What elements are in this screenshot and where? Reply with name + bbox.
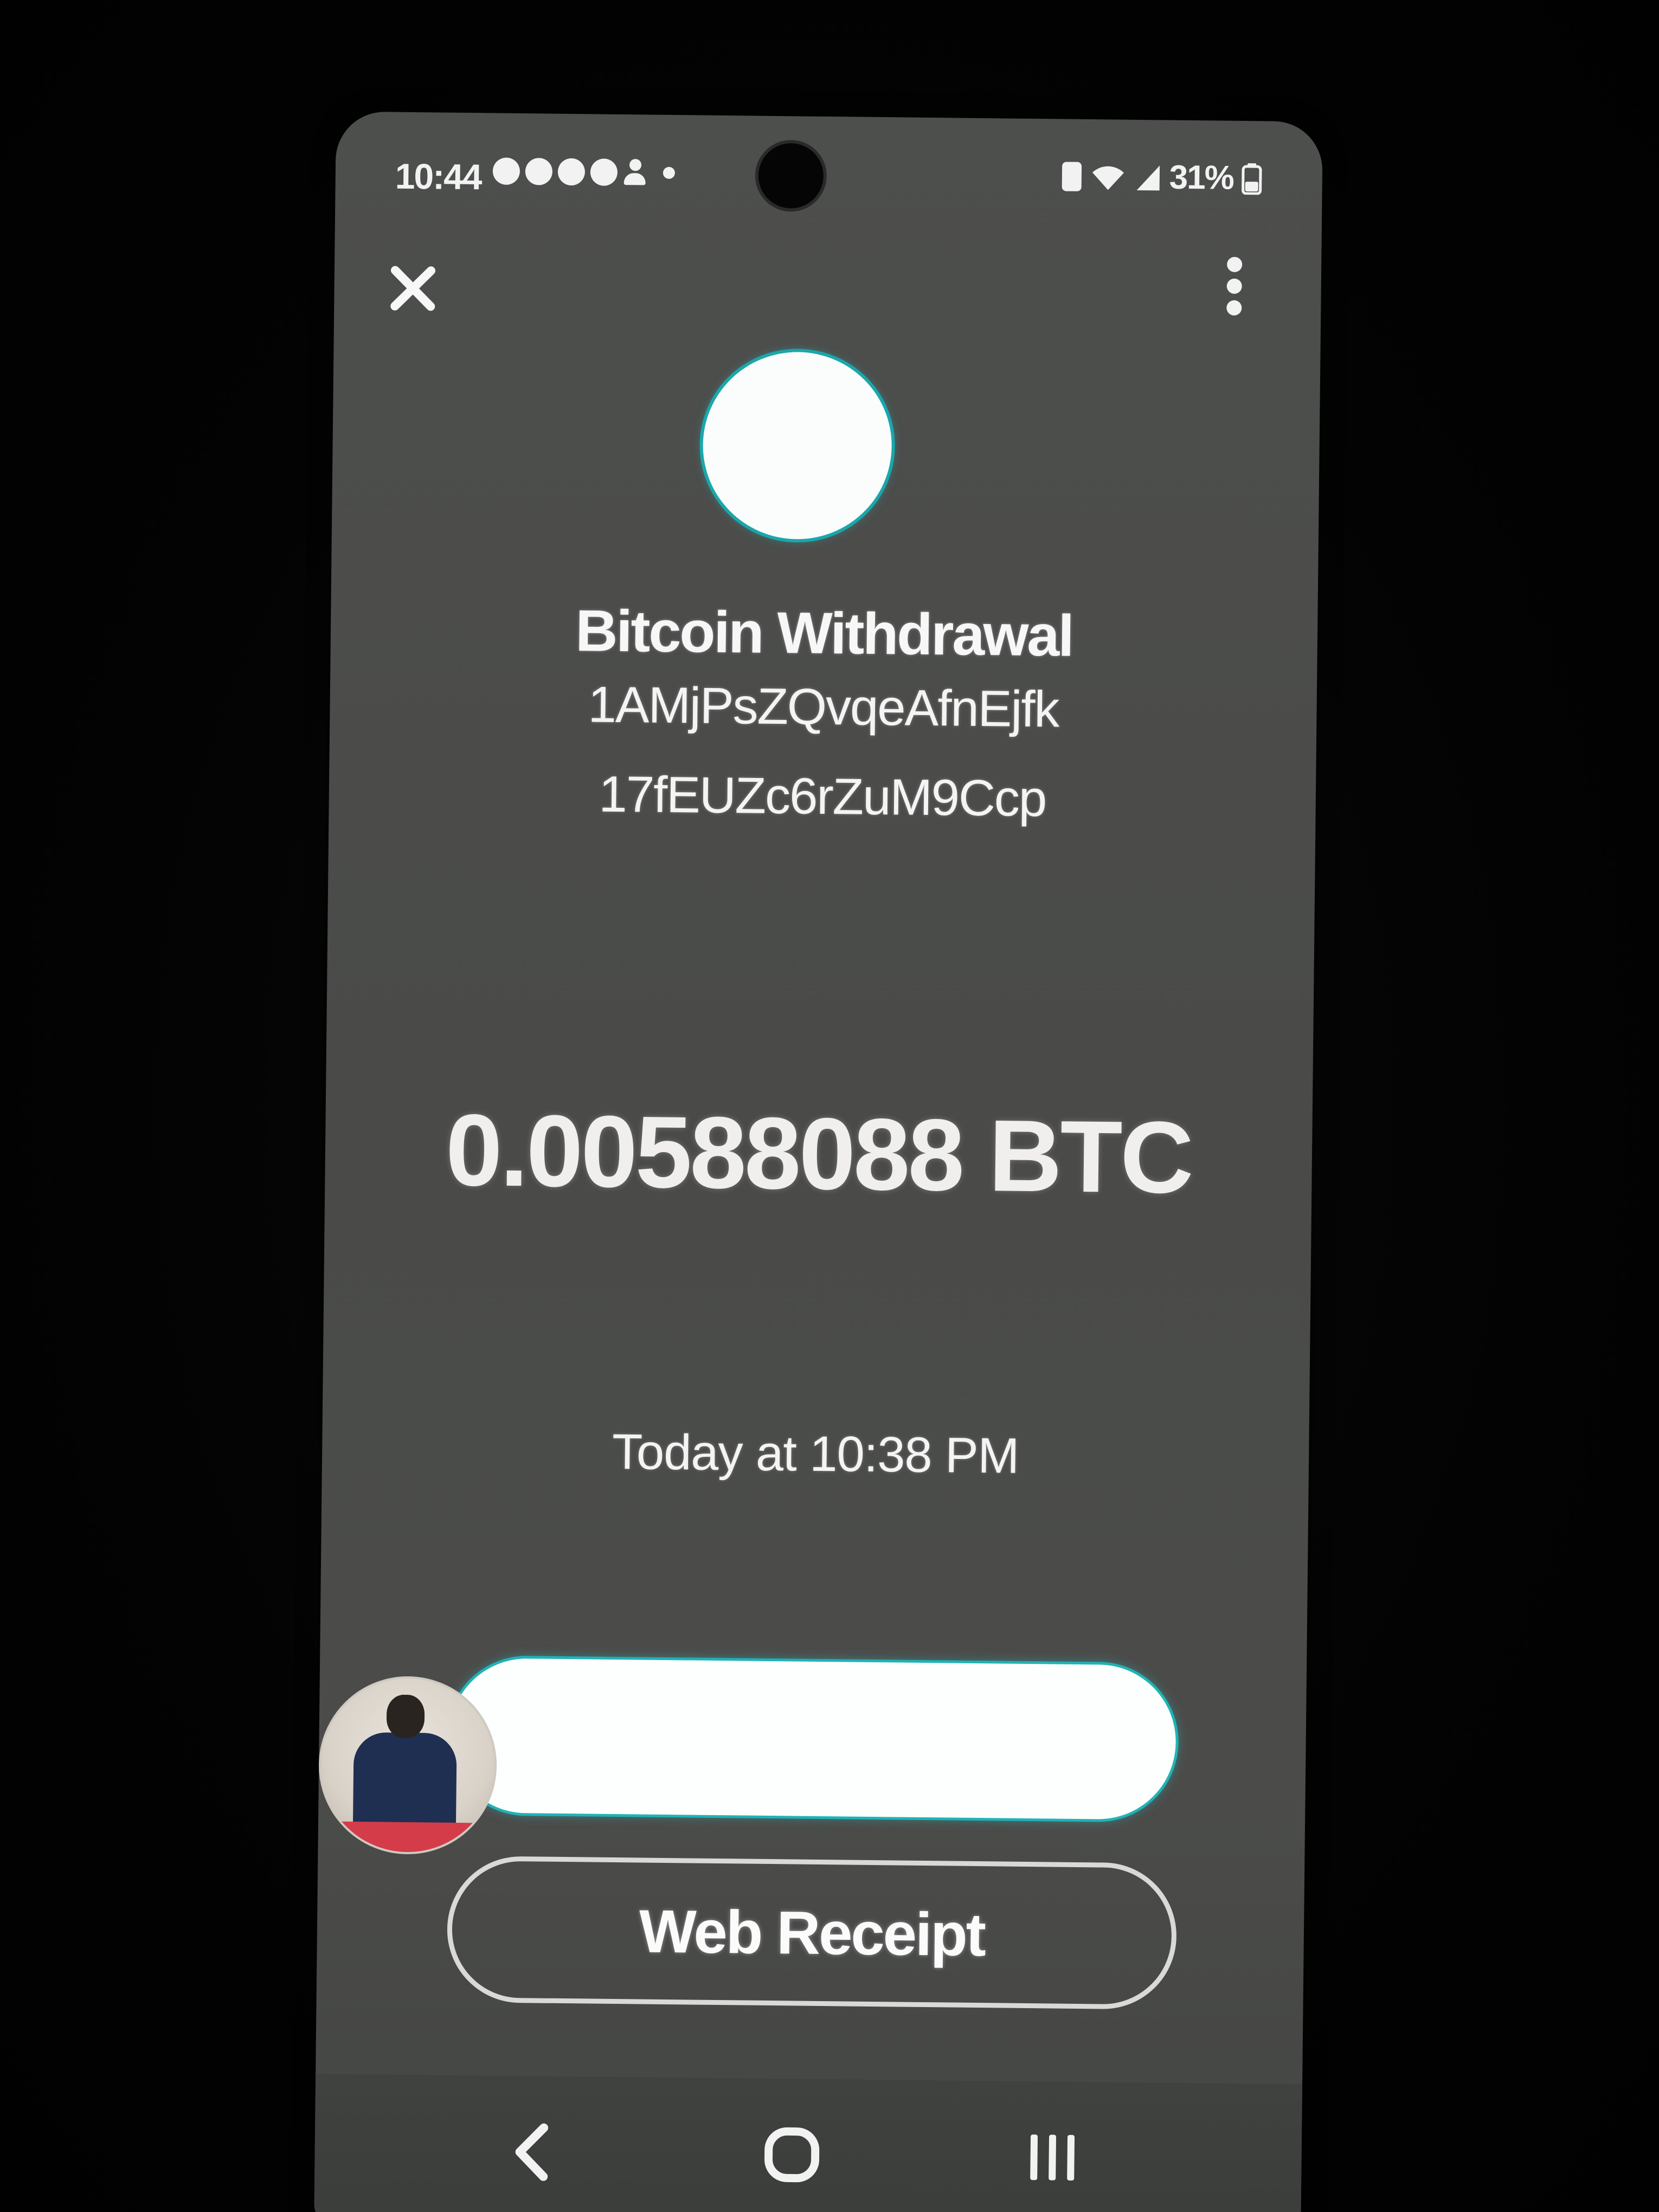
- notification-icon: [557, 158, 586, 186]
- battery-icon: [1242, 163, 1262, 195]
- status-indicators: 31%: [1062, 157, 1263, 197]
- profile-figure-head: [386, 1694, 425, 1739]
- more-options-button[interactable]: [1212, 250, 1256, 321]
- profile-picture[interactable]: [318, 1675, 498, 1855]
- battery-saver-icon: [1062, 161, 1082, 191]
- wallet-address-line-1: 1AMjPsZQvqeAfnEjfk: [588, 676, 1059, 738]
- nav-back-button[interactable]: [493, 2114, 570, 2190]
- home-icon: [764, 2127, 820, 2183]
- status-bar: 10:44 31%: [335, 111, 1323, 230]
- more-vertical-icon: [1227, 256, 1243, 272]
- wifi-icon: [1092, 166, 1124, 190]
- more-vertical-icon: [1226, 278, 1242, 294]
- notification-icon: [492, 157, 520, 185]
- more-vertical-icon: [1226, 300, 1242, 316]
- transaction-title: Bitcoin Withdrawal: [575, 597, 1073, 668]
- notification-icons: [492, 157, 676, 187]
- front-camera: [758, 143, 824, 209]
- transaction-timestamp: Today at 10:38 PM: [612, 1424, 1019, 1484]
- transaction-amount: 0.00588088 BTC: [445, 1092, 1192, 1215]
- phone-screen: 10:44 31% Bitcoin Withdrawal 1AMjPsZQvqe…: [314, 111, 1323, 2212]
- close-icon: [390, 266, 435, 311]
- wallet-address-line-2: 17fEUZc6rZuM9Ccp: [598, 765, 1046, 827]
- notification-icon: [590, 158, 618, 186]
- recents-icon: [1030, 2134, 1075, 2181]
- person-icon: [623, 159, 647, 186]
- more-notifications-dot-icon: [663, 166, 676, 179]
- photo-background: 10:44 31% Bitcoin Withdrawal 1AMjPsZQvqe…: [0, 0, 1659, 2212]
- signal-icon: [1136, 165, 1160, 190]
- back-chevron-icon: [515, 2123, 549, 2181]
- primary-action-button[interactable]: [448, 1657, 1177, 1820]
- web-receipt-label: Web Receipt: [639, 1897, 985, 1969]
- navigation-bar: [314, 2074, 1303, 2212]
- nav-recents-button[interactable]: [1014, 2119, 1090, 2196]
- profile-figure-detail: [342, 1821, 473, 1855]
- battery-percentage: 31%: [1169, 158, 1234, 197]
- notification-icon: [525, 158, 553, 185]
- nav-home-button[interactable]: [754, 2117, 830, 2193]
- web-receipt-button[interactable]: Web Receipt: [446, 1855, 1178, 2010]
- recipient-avatar: [702, 351, 893, 541]
- status-time: 10:44: [395, 156, 481, 197]
- close-button[interactable]: [383, 258, 443, 318]
